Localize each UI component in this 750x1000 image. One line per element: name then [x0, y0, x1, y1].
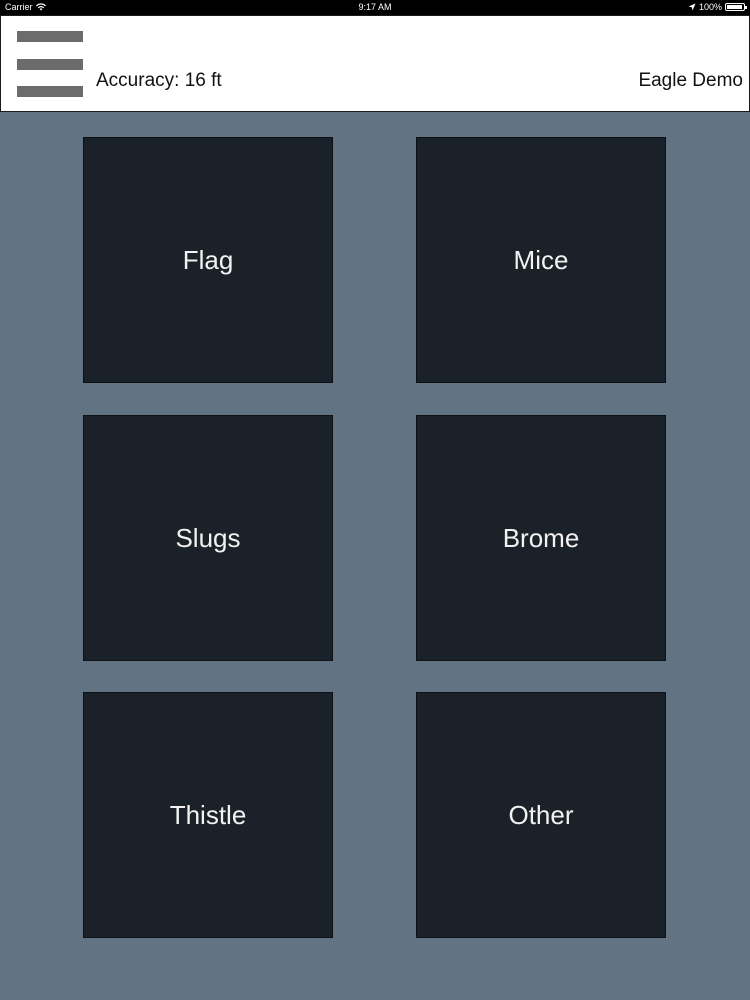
menu-button[interactable] [17, 31, 83, 99]
hamburger-icon-bar-bottom [17, 86, 83, 97]
tile-label: Other [508, 799, 574, 830]
tile-thistle[interactable]: Thistle [83, 692, 333, 938]
tile-label: Slugs [175, 522, 241, 553]
tile-label: Flag [182, 244, 234, 275]
status-right: 100% [688, 2, 747, 12]
tile-label: Mice [513, 244, 569, 275]
tile-slugs[interactable]: Slugs [83, 415, 333, 661]
status-time: 9:17 AM [358, 2, 392, 12]
accuracy-label: Accuracy: 16 ft [96, 70, 222, 91]
tile-flag[interactable]: Flag [83, 137, 333, 383]
status-bar: Carrier 9:17 AM 100% [0, 0, 750, 15]
tile-mice[interactable]: Mice [416, 137, 666, 383]
tile-label: Brome [502, 522, 580, 553]
tile-other[interactable]: Other [416, 692, 666, 938]
battery-icon [725, 3, 747, 11]
app-header: Accuracy: 16 ft Eagle Demo [0, 15, 750, 112]
battery-percent: 100% [698, 2, 722, 12]
app-title: Eagle Demo [638, 70, 743, 91]
tile-brome[interactable]: Brome [416, 415, 666, 661]
hamburger-icon-bar-top [17, 31, 83, 42]
hamburger-icon-bar-middle [17, 59, 83, 70]
tile-label: Thistle [169, 799, 247, 830]
location-arrow-icon [688, 3, 696, 11]
